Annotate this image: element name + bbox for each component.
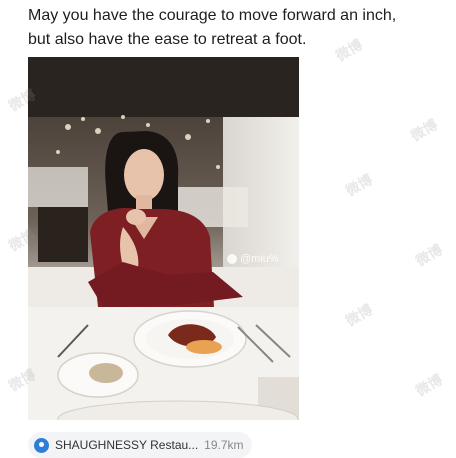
background-watermark: 微博: [412, 371, 446, 399]
location-tag[interactable]: SHAUGHNESSY Restau... 19.7km: [28, 432, 252, 458]
caption-line-2: but also have the ease to retreat a foot…: [28, 31, 307, 48]
location-name: SHAUGHNESSY Restau...: [55, 438, 199, 452]
location-distance: 19.7km: [204, 438, 244, 452]
weibo-icon: [227, 254, 237, 264]
post-caption: May you have the courage to move forward…: [28, 4, 448, 52]
post-photo[interactable]: @miu%: [28, 57, 299, 420]
background-watermark: 微博: [412, 241, 446, 269]
background-watermark: 微博: [342, 171, 376, 199]
photo-watermark-handle: @miu%: [240, 253, 279, 265]
background-watermark: 微博: [342, 301, 376, 329]
restaurant-portrait-image: [28, 57, 299, 420]
location-pin-icon: [34, 437, 49, 453]
background-watermark: 微博: [407, 116, 441, 144]
photo-watermark: @miu%: [227, 253, 279, 265]
caption-line-1: May you have the courage to move forward…: [28, 7, 397, 24]
